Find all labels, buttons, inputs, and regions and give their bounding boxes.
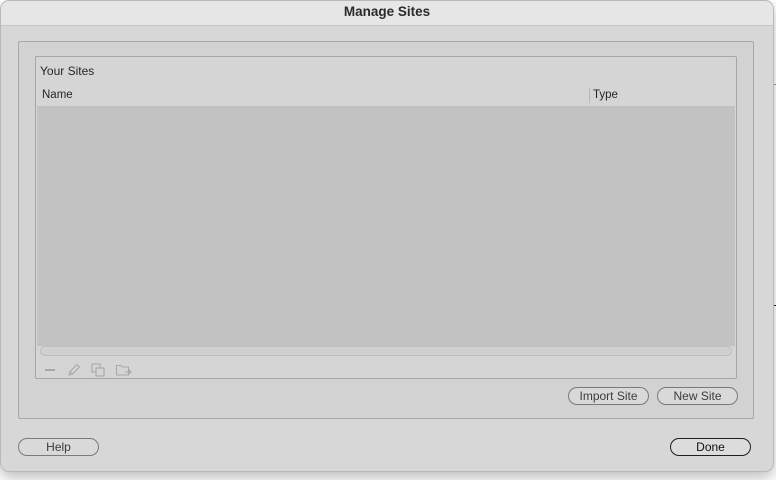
export-folder-icon[interactable] xyxy=(114,361,134,379)
duplicate-icon[interactable] xyxy=(88,361,108,379)
help-button[interactable]: Help xyxy=(18,438,99,456)
column-divider[interactable] xyxy=(589,88,590,103)
minus-icon[interactable] xyxy=(40,361,60,379)
sites-toolbar xyxy=(40,361,160,379)
group-title: Your Sites xyxy=(40,64,95,78)
done-button[interactable]: Done xyxy=(670,438,751,456)
new-site-button[interactable]: New Site xyxy=(657,387,738,405)
dialog-content-panel: Your Sites Name Type Import Site New Sit… xyxy=(18,41,754,419)
dialog-title: Manage Sites xyxy=(1,1,773,26)
sites-table-header: Name Type xyxy=(37,88,735,106)
column-header-name[interactable]: Name xyxy=(42,89,73,101)
manage-sites-dialog: Manage Sites Your Sites Name Type Import… xyxy=(0,0,774,472)
horizontal-scrollbar[interactable] xyxy=(40,346,732,356)
sites-table[interactable] xyxy=(37,106,735,356)
your-sites-group: Your Sites Name Type xyxy=(35,56,737,379)
import-site-button[interactable]: Import Site xyxy=(568,387,649,405)
pencil-icon[interactable] xyxy=(64,361,84,379)
column-header-type[interactable]: Type xyxy=(593,89,618,101)
